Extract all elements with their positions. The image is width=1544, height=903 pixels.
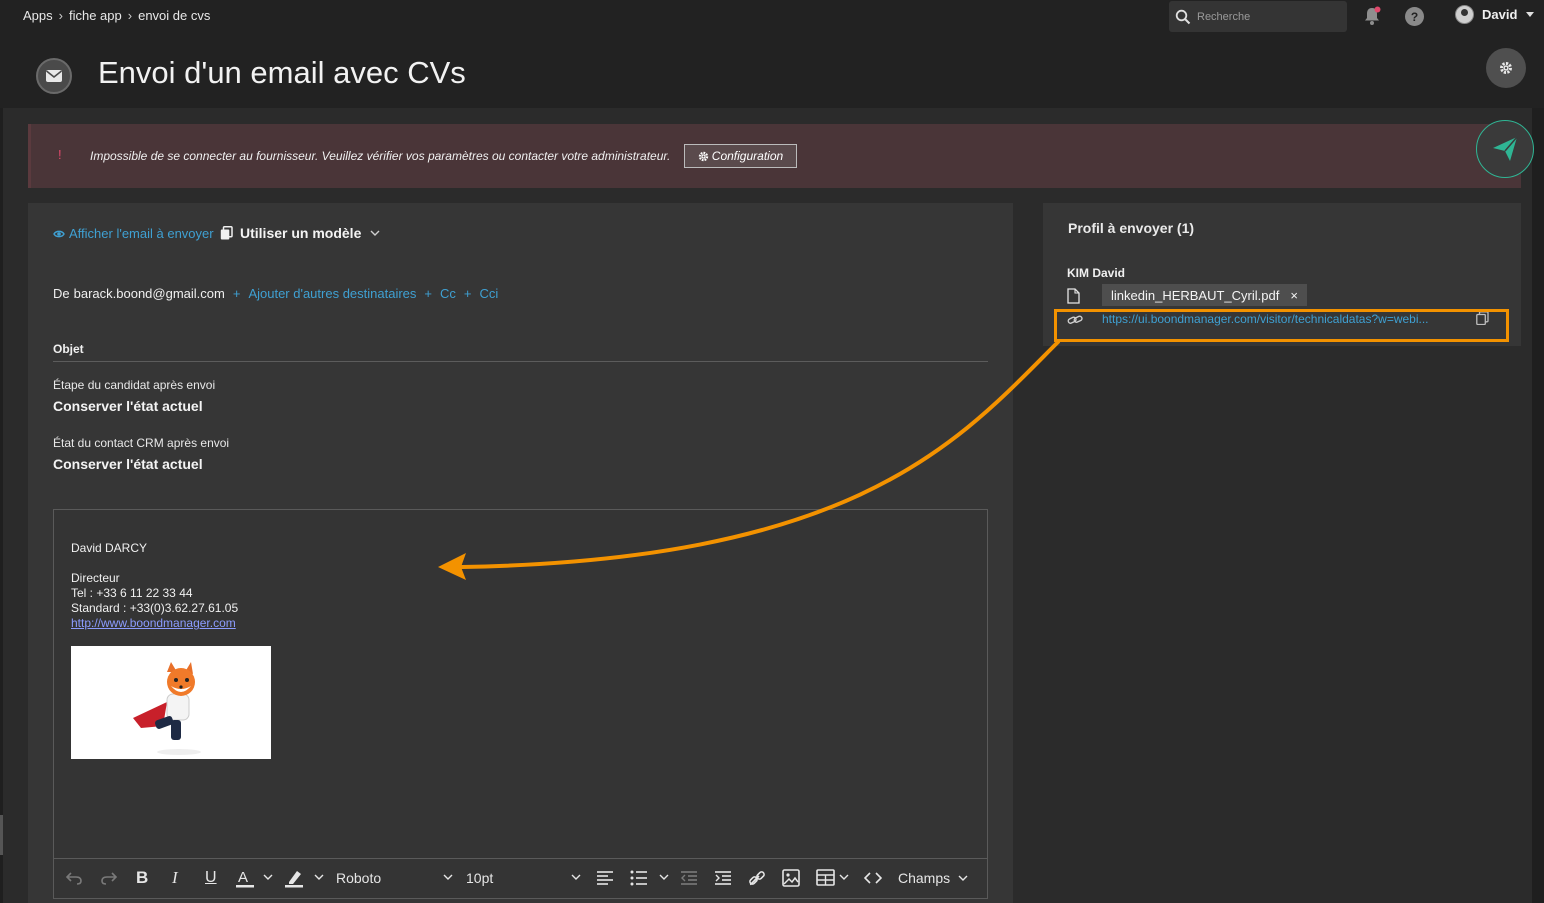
chevron-down-icon [571, 874, 581, 880]
subject-input[interactable] [53, 361, 988, 362]
eye-icon [53, 230, 65, 237]
bold-icon[interactable]: B [136, 867, 148, 889]
underline-icon[interactable]: U [205, 867, 217, 889]
link-icon[interactable] [748, 867, 766, 889]
show-email-link[interactable]: Afficher l'email à envoyer [53, 226, 214, 241]
redo-icon[interactable] [100, 867, 118, 889]
avatar [1455, 5, 1474, 24]
fields-dropdown[interactable]: Champs [898, 867, 969, 889]
search-input[interactable] [1197, 10, 1337, 23]
code-icon[interactable] [864, 867, 882, 889]
table-icon[interactable] [816, 867, 852, 889]
signature-role: Directeur [71, 571, 120, 585]
signature-name: David DARCY [71, 541, 148, 555]
plus-icon: + [463, 286, 472, 301]
image-icon[interactable] [782, 867, 800, 889]
chevron-right-icon: › [127, 8, 133, 23]
page-title: Envoi d'un email avec CVs [98, 55, 466, 90]
from-row: De barack.boond@gmail.com + Ajouter d'au… [53, 286, 498, 301]
user-menu[interactable]: David [1455, 5, 1535, 24]
font-family-value: Roboto [336, 870, 382, 886]
indent-icon[interactable] [714, 867, 732, 889]
configuration-button[interactable]: Configuration [684, 144, 797, 168]
configuration-label: Configuration [711, 149, 784, 163]
window-edge [0, 815, 3, 855]
bell-icon[interactable] [1362, 6, 1382, 26]
crm-state-select[interactable]: Conserver l'état actuel [53, 456, 203, 472]
signature-website-link[interactable]: http://www.boondmanager.com [71, 616, 236, 630]
signature-fox-image [71, 646, 271, 759]
alert-banner: ! Impossible de se connecter au fourniss… [28, 124, 1521, 188]
chevron-down-icon [370, 230, 380, 236]
outdent-icon[interactable] [680, 867, 698, 889]
warning-icon: ! [58, 147, 62, 162]
copy-icon [220, 226, 233, 240]
signature-standard: Standard : +33(0)3.62.27.61.05 [71, 601, 239, 615]
align-left-icon[interactable] [596, 867, 614, 889]
from-prefix: De [53, 286, 70, 301]
breadcrumb-apps[interactable]: Apps [23, 8, 53, 23]
gear-icon [698, 151, 709, 161]
text-color-icon[interactable]: A [236, 867, 276, 889]
paper-plane-icon [1493, 136, 1518, 161]
highlight-color-icon[interactable] [285, 867, 327, 889]
settings-button[interactable] [1486, 48, 1526, 88]
signature-tel: Tel : +33 6 11 22 33 44 [71, 586, 193, 600]
cc-link[interactable]: Cc [440, 286, 456, 301]
chevron-down-icon [443, 874, 453, 880]
show-email-label: Afficher l'email à envoyer [69, 226, 214, 241]
cci-link[interactable]: Cci [479, 286, 498, 301]
svg-text:A: A [238, 869, 248, 886]
breadcrumb: Apps › fiche app › envoi de cvs [23, 8, 210, 23]
plus-icon: + [424, 286, 432, 301]
profile-name: KIM David [1067, 266, 1126, 280]
subject-label: Objet [53, 342, 84, 356]
font-size-value: 10pt [466, 870, 494, 886]
email-body-editor[interactable]: David DARCY Directeur Tel : +33 6 11 22 … [53, 509, 988, 899]
use-template-label: Utiliser un modèle [240, 225, 362, 241]
annotation-highlight-box [1054, 309, 1509, 342]
bullet-list-icon[interactable] [630, 867, 672, 889]
candidate-step-select[interactable]: Conserver l'état actuel [53, 398, 203, 414]
crm-state-label: État du contact CRM après envoi [53, 436, 230, 450]
editor-toolbar: B I U A Roboto 10pt Champs [54, 858, 987, 898]
gear-icon [1500, 62, 1512, 74]
chevron-right-icon: › [58, 8, 63, 23]
plus-icon: + [232, 286, 241, 301]
from-address: barack.boond@gmail.com [73, 286, 225, 301]
italic-icon[interactable]: I [172, 867, 178, 889]
undo-icon[interactable] [65, 867, 83, 889]
alert-message: Impossible de se connecter au fournisseu… [90, 149, 671, 163]
email-panel: Afficher l'email à envoyer Utiliser un m… [28, 203, 1013, 903]
chevron-down-icon [958, 875, 968, 881]
use-template-dropdown[interactable]: Utiliser un modèle [220, 225, 382, 241]
profiles-title: Profil à envoyer (1) [1068, 220, 1195, 236]
breadcrumb-current: envoi de cvs [138, 8, 211, 23]
font-size-select[interactable]: 10pt [466, 867, 582, 889]
help-icon[interactable]: ? [1405, 7, 1424, 26]
pdf-file-icon [1067, 288, 1080, 304]
breadcrumb-fiche-app[interactable]: fiche app [69, 8, 122, 23]
email-icon [36, 58, 72, 94]
fields-label: Champs [898, 870, 951, 886]
candidate-step-label: Étape du candidat après envoi [53, 378, 216, 392]
remove-attachment-icon[interactable]: × [1290, 288, 1298, 303]
search-icon [1175, 9, 1191, 24]
add-recipients-link[interactable]: Ajouter d'autres destinataires [248, 286, 416, 301]
search-box[interactable] [1169, 1, 1347, 32]
send-button[interactable] [1476, 120, 1534, 178]
caret-down-icon [1526, 11, 1535, 17]
attachment-filename: linkedin_HERBAUT_Cyril.pdf [1111, 287, 1280, 303]
user-name: David [1482, 7, 1518, 22]
attachment-chip[interactable]: linkedin_HERBAUT_Cyril.pdf × [1102, 284, 1307, 306]
signature: David DARCY Directeur Tel : +33 6 11 22 … [71, 541, 238, 631]
font-family-select[interactable]: Roboto [336, 867, 454, 889]
